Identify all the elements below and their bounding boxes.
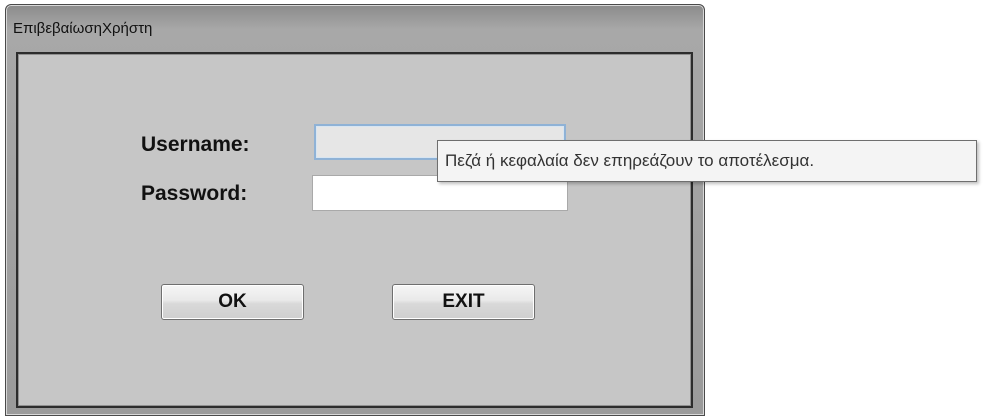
ok-button[interactable]: OK	[161, 284, 304, 320]
window-title: ΕπιβεβαίωσηΧρήστη	[13, 20, 153, 37]
title-bar[interactable]: ΕπιβεβαίωσηΧρήστη	[6, 5, 704, 49]
exit-button[interactable]: EXIT	[392, 284, 535, 320]
username-label: Username:	[141, 133, 250, 156]
tooltip-text: Πεζά ή κεφαλαία δεν επηρεάζουν το αποτέλ…	[445, 151, 815, 170]
tooltip: Πεζά ή κεφαλαία δεν επηρεάζουν το αποτέλ…	[437, 140, 977, 182]
password-label: Password:	[141, 182, 248, 205]
dialog-client-area: Username: Password: OK EXIT	[16, 52, 693, 408]
dialog-window: ΕπιβεβαίωσηΧρήστη Username: Password: OK…	[5, 4, 705, 416]
